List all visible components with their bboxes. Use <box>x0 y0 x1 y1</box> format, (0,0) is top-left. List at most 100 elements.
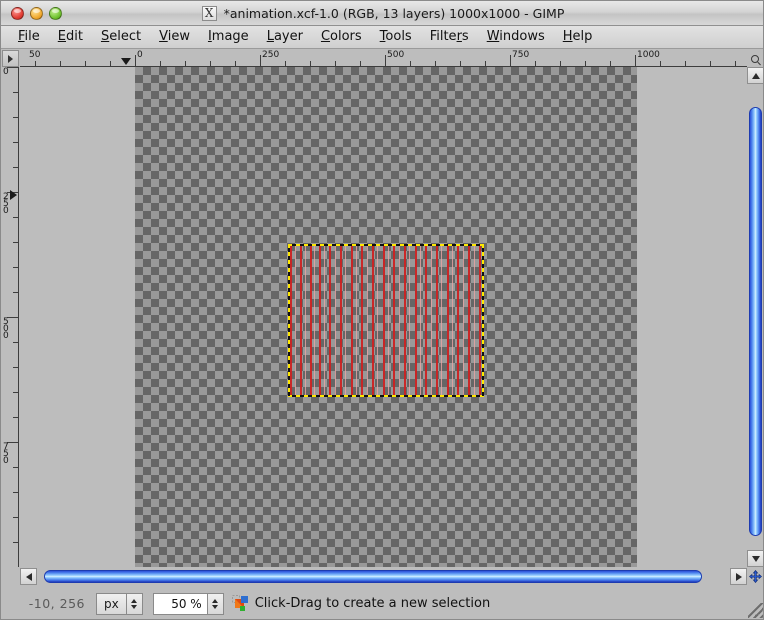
hruler-tick <box>685 61 686 66</box>
window-controls <box>11 6 62 20</box>
selection-stripe <box>457 244 459 397</box>
ruler-corner-menu-button[interactable] <box>2 50 19 67</box>
window-icon: X <box>201 6 217 21</box>
hruler-tick <box>335 61 336 66</box>
hruler-label: 250 <box>262 50 280 60</box>
gimp-window: X *animation.xcf-1.0 (RGB, 13 layers) 10… <box>0 0 764 620</box>
canvas-viewport[interactable] <box>20 67 747 567</box>
horizontal-scroll-thumb[interactable] <box>43 570 703 583</box>
title-center: X *animation.xcf-1.0 (RGB, 13 layers) 10… <box>1 1 763 26</box>
hruler-tick <box>735 61 736 66</box>
horizontal-ruler[interactable]: 50 0 250 500 750 1000 <box>20 50 747 67</box>
zoom-stepper-up-icon <box>212 598 219 603</box>
vruler-tick <box>13 517 18 518</box>
hruler-tick <box>110 61 111 66</box>
selection-stripe <box>409 244 410 397</box>
maximize-button[interactable] <box>49 6 62 20</box>
image-canvas[interactable] <box>135 67 637 567</box>
selection-stripe <box>425 244 427 397</box>
selection-stripe <box>377 244 378 397</box>
vruler-label: 750 <box>3 442 9 466</box>
vruler-label: 0 <box>3 67 9 77</box>
menu-layer[interactable]: Layer <box>258 27 312 47</box>
hruler-tick <box>235 61 236 66</box>
selection-stripe <box>393 244 395 397</box>
hruler-tick <box>160 61 161 66</box>
menu-filters[interactable]: Filters <box>421 27 478 47</box>
vruler-tick <box>13 342 18 343</box>
menu-help[interactable]: Help <box>554 27 602 47</box>
selection-stripe <box>452 244 453 397</box>
vruler-tick <box>13 392 18 393</box>
vruler-tick <box>13 167 18 168</box>
selection-stripe <box>351 244 353 397</box>
menu-windows[interactable]: Windows <box>478 27 554 47</box>
menu-bar: File Edit Select View Image Layer Colors Tools F… <box>1 26 763 49</box>
menu-colors[interactable]: Colors <box>312 27 371 47</box>
vertical-ruler[interactable]: 0250500750 <box>2 67 19 567</box>
chevron-up-icon <box>751 72 760 79</box>
selection-stripe <box>335 244 336 397</box>
selection-stripe <box>295 244 296 397</box>
selection-stripes <box>288 244 484 397</box>
selection-stripe <box>420 244 421 397</box>
resize-grip[interactable] <box>748 603 763 618</box>
zoom-stepper-down-icon <box>212 604 219 609</box>
navigation-preview-button[interactable] <box>747 568 763 585</box>
selection-stripe <box>388 244 389 397</box>
menu-tools[interactable]: Tools <box>371 27 421 47</box>
ruler-zoom-button[interactable] <box>747 50 763 67</box>
horizontal-scrollbar[interactable] <box>20 568 747 585</box>
vruler-tick <box>13 217 18 218</box>
unit-selector[interactable]: px <box>96 592 143 615</box>
menu-file[interactable]: File <box>9 27 49 47</box>
selection-stripe <box>310 244 312 397</box>
menu-edit[interactable]: Edit <box>49 27 92 47</box>
selection-stripe <box>415 244 417 397</box>
menu-select[interactable]: Select <box>92 27 150 47</box>
unit-stepper[interactable] <box>125 592 143 615</box>
hruler-tick <box>185 61 186 66</box>
hruler-tick <box>285 61 286 66</box>
selection-stripe <box>300 244 302 397</box>
hruler-tick <box>360 61 361 66</box>
menu-image[interactable]: Image <box>199 27 258 47</box>
chevron-left-icon <box>25 572 32 581</box>
zoom-stepper[interactable] <box>206 592 224 615</box>
selection-stripe <box>463 244 464 397</box>
scroll-down-button[interactable] <box>747 550 763 567</box>
status-message: Click-Drag to create a new selection <box>254 596 491 611</box>
scroll-up-button[interactable] <box>747 67 763 84</box>
rectangle-selection[interactable] <box>288 244 484 397</box>
selection-stripe <box>305 244 306 397</box>
hruler-tick <box>510 55 511 66</box>
hruler-tick <box>85 61 86 66</box>
vruler-label: 500 <box>3 317 9 341</box>
hruler-tick <box>460 61 461 66</box>
vruler-tick <box>13 367 18 368</box>
close-button[interactable] <box>11 6 24 20</box>
hruler-tick <box>385 55 386 66</box>
hruler-tick <box>585 61 586 66</box>
selection-stripe <box>479 244 481 397</box>
zoom-input[interactable]: 50 % <box>152 592 207 615</box>
magnifier-icon <box>751 54 759 63</box>
hruler-label: 0 <box>137 50 143 60</box>
title-bar: X *animation.xcf-1.0 (RGB, 13 layers) 10… <box>1 1 763 26</box>
hruler-tick <box>660 61 661 66</box>
vruler-tick <box>13 542 18 543</box>
vertical-scroll-thumb[interactable] <box>749 107 762 537</box>
vruler-position-marker <box>10 190 17 200</box>
hruler-label: 1000 <box>637 50 660 60</box>
minimize-button[interactable] <box>30 6 43 20</box>
unit-stepper-up-icon <box>131 598 138 603</box>
hruler-label: 50 <box>29 50 41 60</box>
hruler-label: 750 <box>512 50 530 60</box>
scroll-left-button[interactable] <box>20 568 37 585</box>
scroll-right-button[interactable] <box>730 568 747 585</box>
menu-view[interactable]: View <box>150 27 199 47</box>
hruler-label: 500 <box>387 50 405 60</box>
selection-stripe <box>290 244 292 397</box>
selection-stripe <box>404 244 406 397</box>
vertical-scrollbar[interactable] <box>747 67 763 567</box>
